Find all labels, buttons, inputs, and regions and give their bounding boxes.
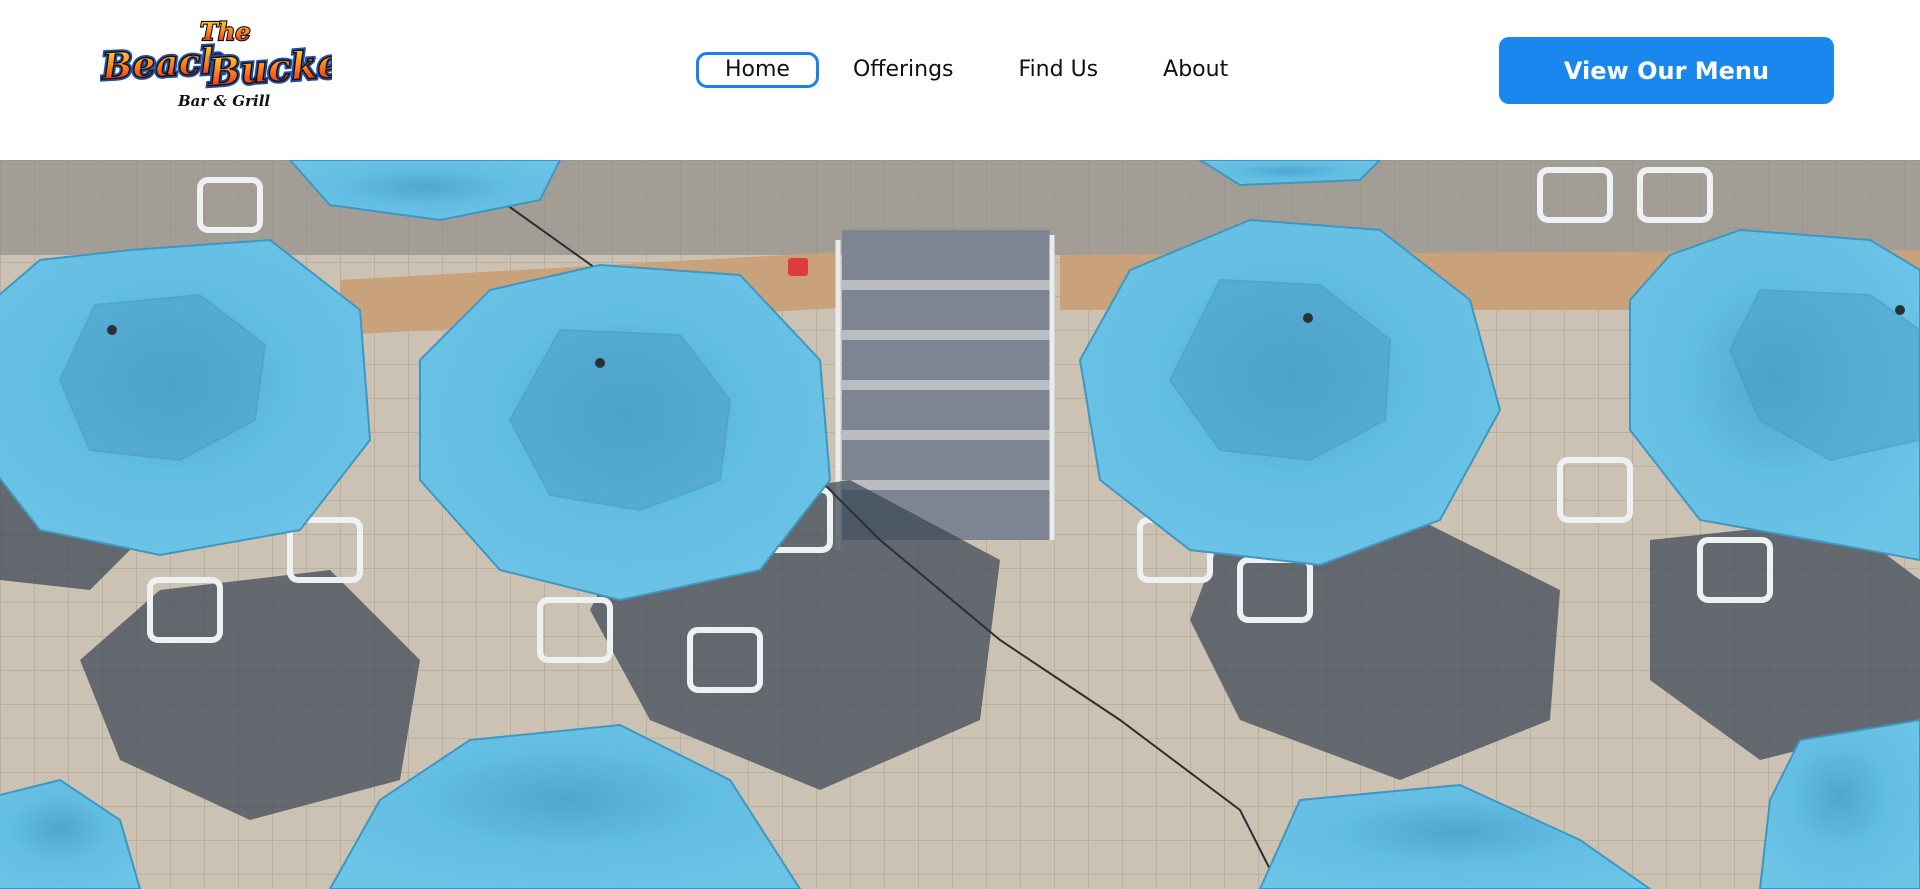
main-nav: Home Offerings Find Us About: [696, 52, 1262, 88]
patio-umbrellas-image: [0, 160, 1920, 889]
view-menu-button[interactable]: View Our Menu: [1499, 37, 1834, 104]
nav-item-offerings[interactable]: Offerings: [822, 52, 985, 88]
nav-item-find-us[interactable]: Find Us: [988, 52, 1130, 88]
brand-logo[interactable]: The Beach Beach Bucket Bucket Bar & Gril…: [100, 16, 332, 112]
svg-text:Bar & Grill: Bar & Grill: [177, 92, 270, 110]
beach-bucket-logo-icon: The Beach Beach Bucket Bucket Bar & Gril…: [100, 16, 332, 110]
nav-item-home[interactable]: Home: [696, 52, 819, 88]
hero-patio-image: [0, 160, 1920, 889]
nav-item-about[interactable]: About: [1132, 52, 1259, 88]
site-header: The Beach Beach Bucket Bucket Bar & Gril…: [0, 0, 1920, 160]
svg-text:Bucket: Bucket: [206, 39, 332, 95]
